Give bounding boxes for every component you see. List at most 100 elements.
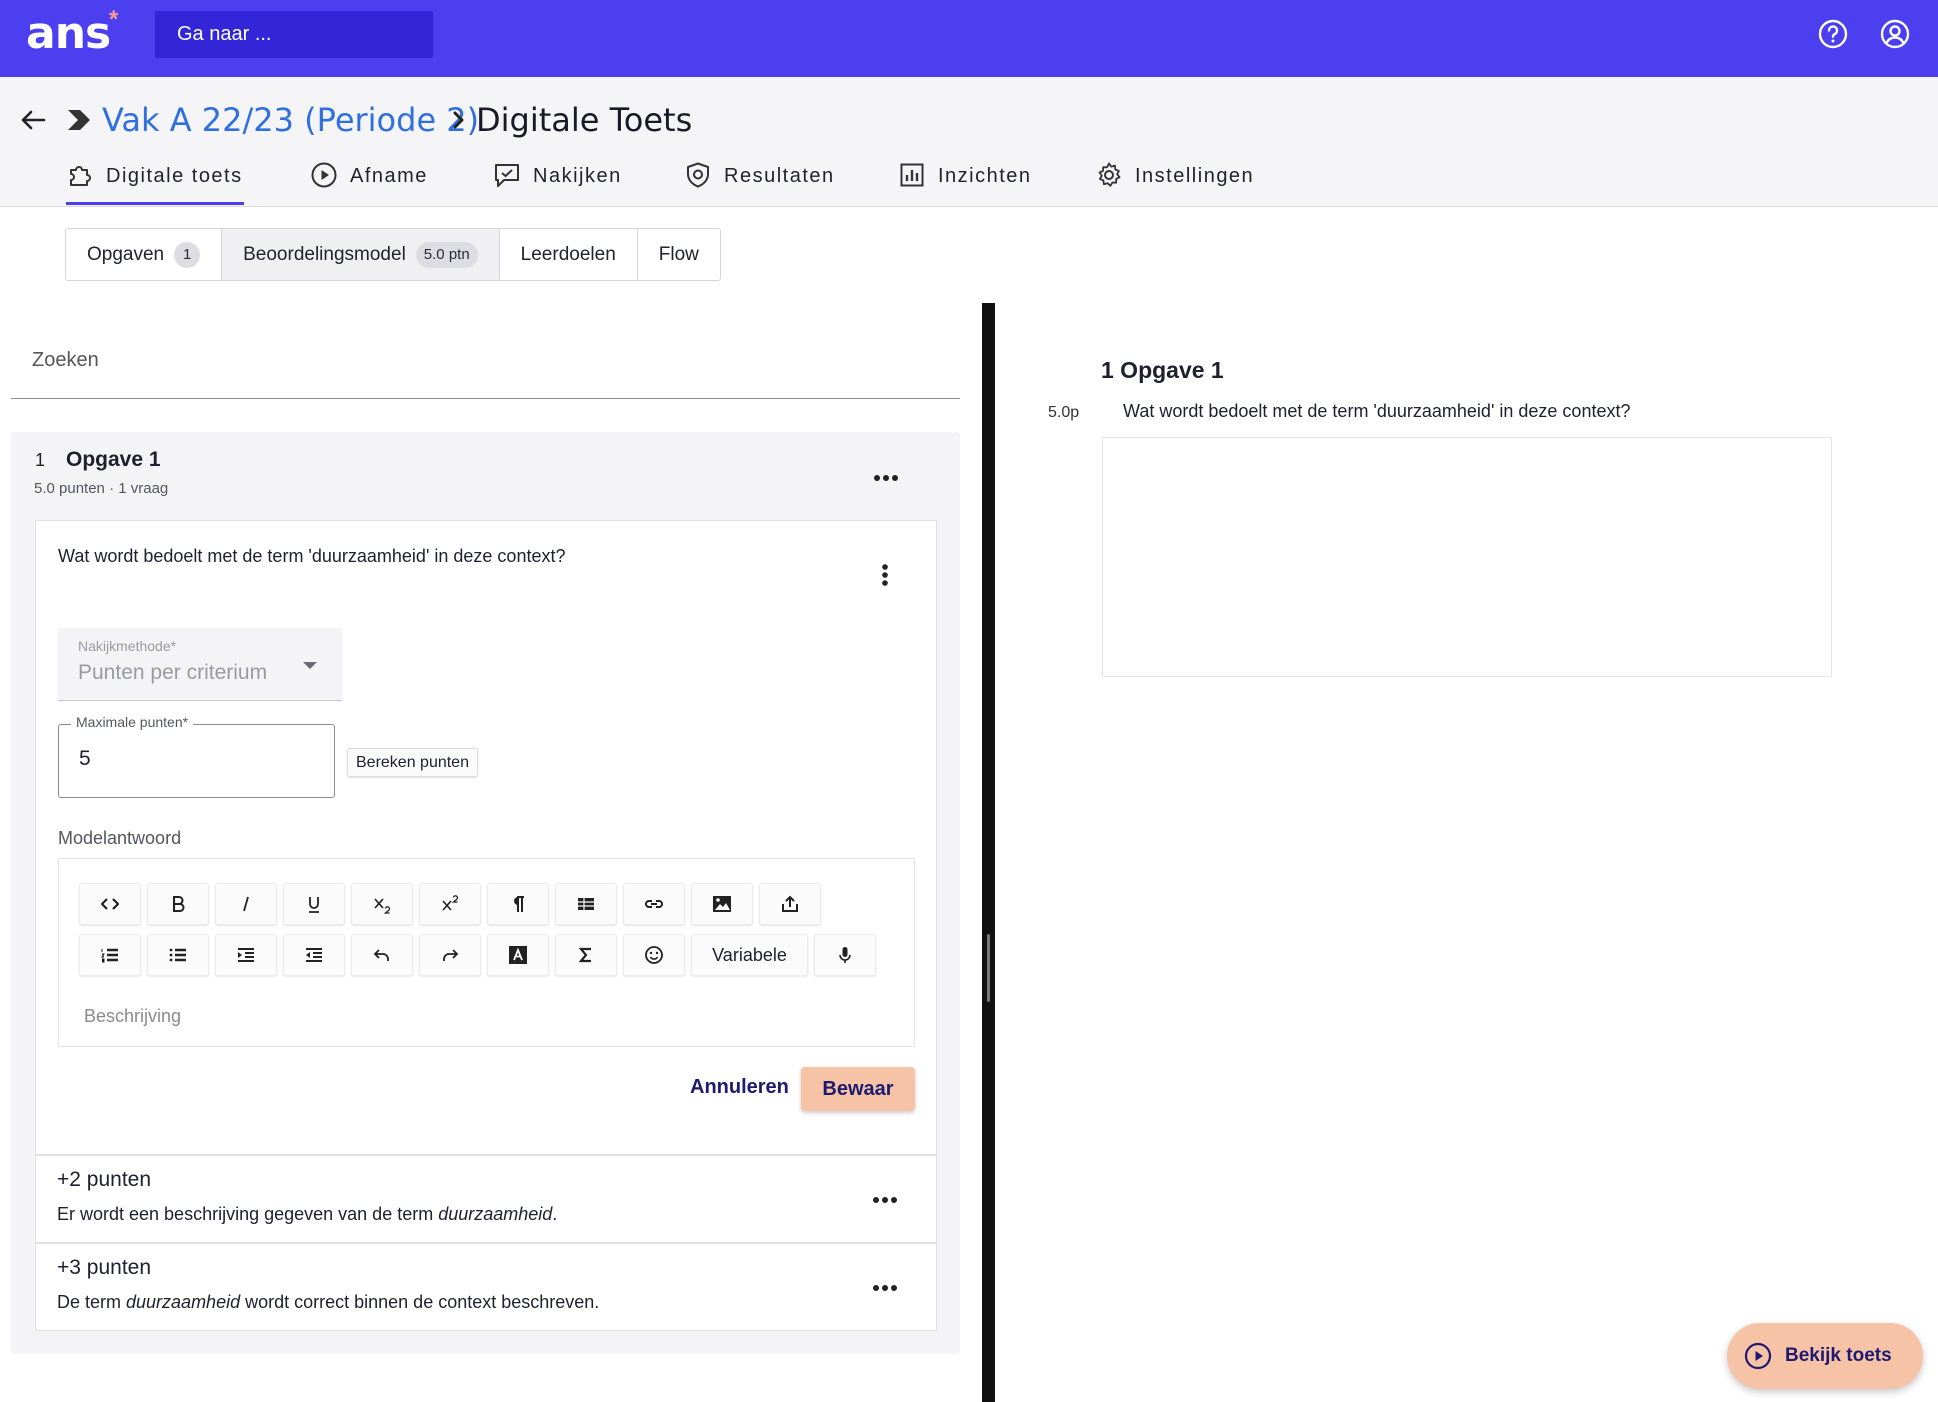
preview-title: 1 Opgave 1 xyxy=(1101,357,1224,383)
user-circle-icon[interactable] xyxy=(1878,17,1912,51)
subtab-opgaven[interactable]: Opgaven 1 xyxy=(66,229,223,280)
breadcrumb-course-link[interactable]: Vak A 22/23 (Periode 2) xyxy=(102,99,479,141)
bold-button[interactable] xyxy=(147,883,209,925)
redo-icon xyxy=(443,949,459,961)
subscript-button[interactable] xyxy=(351,883,413,925)
field-label: Maximale punten* xyxy=(71,714,194,730)
code-icon xyxy=(100,898,120,910)
preview-question: Wat wordt bedoelt met de term 'duurzaamh… xyxy=(1123,401,1631,421)
tab-digitale-toets[interactable]: Digitale toets xyxy=(66,157,244,207)
microphone-button[interactable] xyxy=(814,934,876,976)
more-vertical-icon[interactable] xyxy=(881,563,889,587)
panel-divider xyxy=(982,303,995,1402)
caret-down-icon xyxy=(303,662,317,669)
back-arrow-icon[interactable] xyxy=(18,105,48,135)
max-points-field[interactable]: Maximale punten* 5 xyxy=(58,714,335,798)
select-value: Punten per criterium xyxy=(78,661,268,684)
superscript-button[interactable] xyxy=(419,883,481,925)
subtab-beoordelingsmodel[interactable]: Beoordelingsmodel 5.0 ptn xyxy=(222,229,500,280)
play-circle-icon xyxy=(1744,1342,1772,1370)
tab-nakijken[interactable]: Nakijken xyxy=(493,157,622,207)
upload-button[interactable] xyxy=(759,883,821,925)
section-tabs: Opgaven 1 Beoordelingsmodel 5.0 ptn Leer… xyxy=(65,228,721,281)
count-badge: 1 xyxy=(174,241,201,268)
toolbar-row-1 xyxy=(79,883,821,925)
app-logo[interactable]: ans xyxy=(26,4,111,64)
microphone-icon xyxy=(839,947,851,963)
subtab-leerdoelen[interactable]: Leerdoelen xyxy=(500,229,638,280)
top-bar: ans * Ga naar ... xyxy=(0,0,1938,77)
criterion-points: +3 punten xyxy=(57,1256,152,1279)
image-button[interactable] xyxy=(691,883,753,925)
model-answer-label: Modelantwoord xyxy=(58,828,182,848)
tab-afname[interactable]: Afname xyxy=(310,157,428,207)
resize-handle[interactable] xyxy=(987,934,990,1002)
image-icon xyxy=(713,896,731,912)
breadcrumb-separator-icon xyxy=(453,111,464,129)
table-button[interactable] xyxy=(555,883,617,925)
nakijkmethode-select[interactable]: Nakijkmethode* Punten per criterium xyxy=(58,628,342,701)
toolbar-row-2: Variabele xyxy=(79,934,876,976)
undo-button[interactable] xyxy=(351,934,413,976)
logo-star: * xyxy=(109,6,119,33)
outdent-button[interactable] xyxy=(283,934,345,976)
bullet-list-icon xyxy=(169,948,186,962)
calculate-points-button[interactable]: Bereken punten xyxy=(347,748,478,777)
code-view-button[interactable] xyxy=(79,883,141,925)
criterion-description: Er wordt een beschrijving gegeven van de… xyxy=(57,1204,558,1224)
criterion-description: De term duurzaamheid wordt correct binne… xyxy=(57,1292,600,1312)
emoji-button[interactable] xyxy=(623,934,685,976)
goto-search-input[interactable]: Ga naar ... xyxy=(155,11,433,58)
paragraph-button[interactable] xyxy=(487,883,549,925)
main-nav: Digitale toets Afname Nakijken Resultate… xyxy=(0,157,1938,207)
subtab-label: Opgaven xyxy=(87,243,165,265)
formula-button[interactable] xyxy=(555,934,617,976)
cancel-button[interactable]: Annuleren xyxy=(690,1076,789,1099)
superscript-icon xyxy=(442,895,459,911)
italic-icon xyxy=(243,896,249,912)
subtab-label: Beoordelingsmodel xyxy=(243,243,406,265)
opgave-number: 1 xyxy=(35,450,46,470)
tab-label: Digitale toets xyxy=(106,165,243,187)
view-test-button[interactable]: Bekijk toets xyxy=(1727,1323,1923,1389)
ordered-list-button[interactable] xyxy=(79,934,141,976)
view-test-label: Bekijk toets xyxy=(1785,1345,1892,1366)
indent-icon xyxy=(238,948,254,962)
gear-icon xyxy=(1098,162,1121,187)
tab-instellingen[interactable]: Instellingen xyxy=(1095,157,1254,207)
bullet-list-button[interactable] xyxy=(147,934,209,976)
criterion-item[interactable]: +3 punten De term duurzaamheid wordt cor… xyxy=(35,1243,937,1331)
text-style-button[interactable] xyxy=(487,934,549,976)
more-horizontal-icon[interactable] xyxy=(872,1284,898,1292)
play-circle-icon xyxy=(311,162,337,188)
preview-answer-box[interactable] xyxy=(1102,437,1832,677)
underline-button[interactable] xyxy=(283,883,345,925)
editor-placeholder[interactable]: Beschrijving xyxy=(84,1006,181,1027)
tab-label: Afname xyxy=(350,165,428,187)
search-input[interactable]: Zoeken xyxy=(11,332,960,399)
more-horizontal-icon[interactable] xyxy=(872,1196,898,1204)
link-button[interactable] xyxy=(623,883,685,925)
tab-inzichten[interactable]: Inzichten xyxy=(898,157,1032,207)
save-button[interactable]: Bewaar xyxy=(801,1067,915,1111)
tab-resultaten[interactable]: Resultaten xyxy=(684,157,835,207)
more-horizontal-icon[interactable] xyxy=(873,474,899,482)
redo-button[interactable] xyxy=(419,934,481,976)
tab-label: Resultaten xyxy=(724,165,835,187)
subtab-label: Flow xyxy=(658,243,699,265)
criterion-item[interactable]: +2 punten Er wordt een beschrijving gege… xyxy=(35,1155,937,1243)
field-value: 5 xyxy=(79,747,91,770)
upload-icon xyxy=(782,895,798,912)
opgave-meta: 5.0 punten · 1 vraag xyxy=(34,480,169,497)
italic-button[interactable] xyxy=(215,883,277,925)
criterion-points: +2 punten xyxy=(57,1168,152,1191)
breadcrumb-chevron-icon xyxy=(68,110,90,130)
indent-button[interactable] xyxy=(215,934,277,976)
paragraph-icon xyxy=(514,896,524,912)
points-badge: 5.0 ptn xyxy=(415,241,478,268)
variable-button[interactable]: Variabele xyxy=(691,934,808,976)
help-circle-icon[interactable] xyxy=(1816,17,1850,51)
subscript-icon xyxy=(374,898,391,914)
table-icon xyxy=(578,898,594,910)
subtab-flow[interactable]: Flow xyxy=(638,229,720,280)
